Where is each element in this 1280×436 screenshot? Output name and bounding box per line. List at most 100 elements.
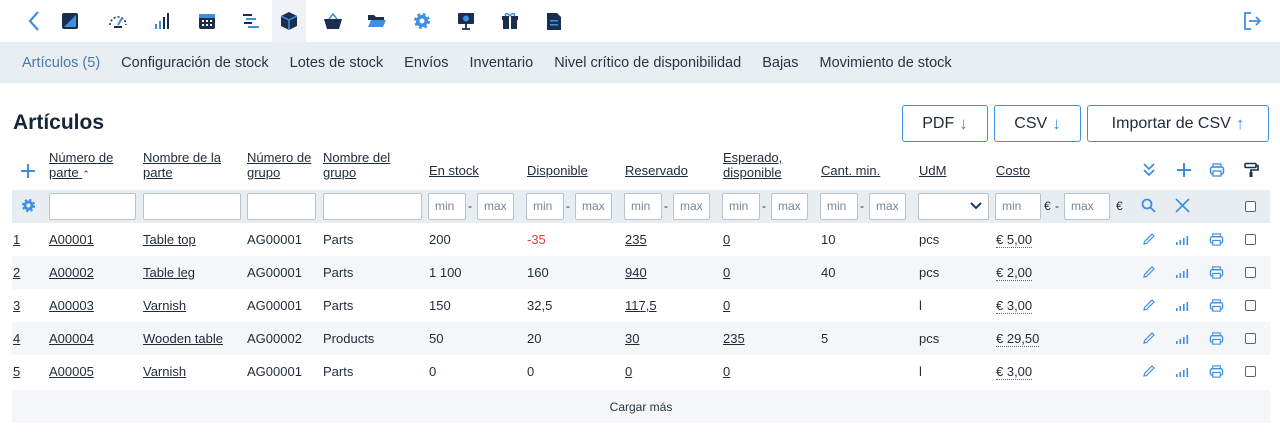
row-checkbox[interactable] xyxy=(1245,234,1256,245)
filter-part-number-input[interactable] xyxy=(49,193,136,220)
filter-reserved-min[interactable]: min xyxy=(624,193,662,220)
cost-value: € 5,00 xyxy=(996,232,1033,248)
tab-shipments[interactable]: Envíos xyxy=(404,55,448,71)
filter-part-name-input[interactable] xyxy=(143,193,241,220)
presentation-icon[interactable] xyxy=(449,0,483,42)
stats-bars-icon[interactable] xyxy=(1175,232,1189,251)
tab-inventory[interactable]: Inventario xyxy=(470,55,534,71)
row-checkbox[interactable] xyxy=(1245,300,1256,311)
reserved-link[interactable]: 117,5 xyxy=(625,298,657,313)
reserved-link[interactable]: 940 xyxy=(625,265,647,280)
min-qty-value: 10 xyxy=(821,232,836,247)
box-icon[interactable] xyxy=(272,0,306,42)
tab-stock-config[interactable]: Configuración de stock xyxy=(121,55,269,71)
paint-roller-icon[interactable] xyxy=(1243,162,1259,183)
stats-bars-icon[interactable] xyxy=(1175,298,1189,317)
row-checkbox[interactable] xyxy=(1245,366,1256,377)
filter-cost-min[interactable]: min xyxy=(995,193,1041,220)
print-icon[interactable] xyxy=(1209,298,1224,318)
add-row-icon[interactable] xyxy=(20,163,36,184)
bar-chart-icon[interactable] xyxy=(145,0,179,42)
reserved-link[interactable]: 235 xyxy=(625,232,647,247)
basket-icon[interactable] xyxy=(316,0,350,42)
export-pdf-button[interactable]: PDF ↓ xyxy=(902,105,988,142)
edit-pencil-icon[interactable] xyxy=(1142,298,1156,317)
part-number-link[interactable]: A00001 xyxy=(49,232,94,247)
print-icon[interactable] xyxy=(1209,331,1224,351)
header-part-name[interactable]: Nombre de la parte xyxy=(143,150,221,188)
filter-group-number-input[interactable] xyxy=(247,193,316,220)
row-index: 3 xyxy=(13,298,21,313)
tab-critical-level[interactable]: Nivel crítico de disponibilidad xyxy=(554,55,741,71)
export-csv-button[interactable]: CSV ↓ xyxy=(994,105,1081,142)
tab-stock-lots[interactable]: Lotes de stock xyxy=(290,55,384,71)
tab-articles[interactable]: Artículos (5) xyxy=(22,55,100,71)
load-more-button[interactable]: Cargar más xyxy=(12,390,1270,423)
back-chevron-icon[interactable] xyxy=(17,0,51,42)
clear-filter-icon[interactable] xyxy=(1175,198,1190,218)
select-all-checkbox[interactable] xyxy=(1245,201,1256,212)
filter-group-name-input[interactable] xyxy=(323,193,422,220)
document-icon[interactable] xyxy=(537,0,571,42)
notes-icon[interactable] xyxy=(53,0,87,42)
filter-min-qty-max[interactable]: max xyxy=(869,193,906,220)
filter-available-max[interactable]: max xyxy=(575,193,612,220)
filter-in-stock-max[interactable]: max xyxy=(477,193,514,220)
expected-link[interactable]: 0 xyxy=(723,232,730,247)
row-checkbox[interactable] xyxy=(1245,267,1256,278)
tab-write-offs[interactable]: Bajas xyxy=(762,55,798,71)
header-group-number[interactable]: Número de grupo xyxy=(247,150,311,188)
tab-stock-movement[interactable]: Movimiento de stock xyxy=(819,55,951,71)
edit-pencil-icon[interactable] xyxy=(1142,331,1156,350)
gantt-icon[interactable] xyxy=(234,0,268,42)
search-icon[interactable] xyxy=(1141,198,1156,218)
filter-in-stock-min[interactable]: min xyxy=(428,193,466,220)
header-expected-available[interactable]: Esperado, disponible xyxy=(723,150,782,188)
part-name-link[interactable]: Table top xyxy=(143,232,196,247)
filter-uom-select[interactable] xyxy=(918,193,989,220)
edit-pencil-icon[interactable] xyxy=(1142,265,1156,284)
import-csv-button[interactable]: Importar de CSV ↑ xyxy=(1087,105,1269,142)
print-icon[interactable] xyxy=(1209,265,1224,285)
expected-link[interactable]: 0 xyxy=(723,298,730,313)
header-group-name[interactable]: Nombre del grupo xyxy=(323,150,390,188)
part-number-link[interactable]: A00002 xyxy=(49,265,94,280)
filter-cost-max[interactable]: max xyxy=(1064,193,1110,220)
gear-icon[interactable] xyxy=(405,0,439,42)
part-name-link[interactable]: Varnish xyxy=(143,298,186,313)
header-part-number[interactable]: Número de parte ⌃ xyxy=(49,150,113,188)
print-icon[interactable] xyxy=(1209,364,1224,384)
gift-icon[interactable] xyxy=(493,0,527,42)
reserved-link[interactable]: 30 xyxy=(625,331,639,346)
row-checkbox[interactable] xyxy=(1245,333,1256,344)
folder-icon[interactable] xyxy=(360,0,394,42)
part-name-link[interactable]: Table leg xyxy=(143,265,195,280)
filter-expected-min[interactable]: min xyxy=(722,193,760,220)
print-icon[interactable] xyxy=(1209,162,1225,183)
stats-bars-icon[interactable] xyxy=(1175,364,1189,383)
edit-pencil-icon[interactable] xyxy=(1142,364,1156,383)
part-number-link[interactable]: A00003 xyxy=(49,298,94,313)
part-name-link[interactable]: Wooden table xyxy=(143,331,223,346)
filter-available-min[interactable]: min xyxy=(526,193,564,220)
filter-reserved-max[interactable]: max xyxy=(673,193,710,220)
edit-pencil-icon[interactable] xyxy=(1142,232,1156,251)
filter-settings-gear-icon[interactable] xyxy=(21,198,36,218)
reserved-link[interactable]: 0 xyxy=(625,364,632,379)
filter-min-qty-min[interactable]: min xyxy=(820,193,858,220)
stats-bars-icon[interactable] xyxy=(1175,265,1189,284)
expected-link[interactable]: 0 xyxy=(723,364,730,379)
part-number-link[interactable]: A00005 xyxy=(49,364,94,379)
print-icon[interactable] xyxy=(1209,232,1224,252)
expected-link[interactable]: 0 xyxy=(723,265,730,280)
add-column-icon[interactable] xyxy=(1176,162,1192,183)
part-number-link[interactable]: A00004 xyxy=(49,331,94,346)
dashboard-gauge-icon[interactable] xyxy=(101,0,135,42)
calendar-icon[interactable] xyxy=(190,0,224,42)
expected-link[interactable]: 235 xyxy=(723,331,745,346)
logout-icon[interactable] xyxy=(1235,0,1269,42)
expand-columns-icon[interactable] xyxy=(1142,162,1156,183)
part-name-link[interactable]: Varnish xyxy=(143,364,186,379)
stats-bars-icon[interactable] xyxy=(1175,331,1189,350)
filter-expected-max[interactable]: max xyxy=(771,193,808,220)
